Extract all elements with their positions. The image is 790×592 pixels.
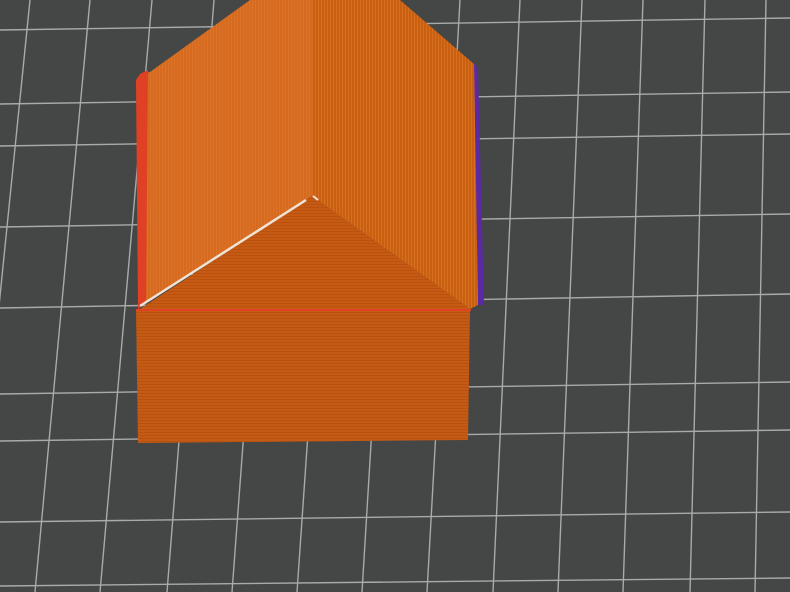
3d-viewport[interactable] [0, 0, 790, 592]
grid-line-vertical [492, 0, 521, 592]
house-model[interactable] [136, 0, 484, 443]
viewport-canvas[interactable] [0, 0, 790, 592]
roof-left-edge [136, 70, 148, 310]
grid-line-vertical [34, 0, 91, 592]
grid-line-horizontal [0, 577, 790, 587]
grid-line-vertical [754, 0, 767, 592]
front-wall-texture [136, 309, 470, 443]
grid-line-vertical [0, 0, 31, 303]
grid-line-vertical [557, 0, 583, 592]
grid-line-horizontal [0, 511, 790, 523]
